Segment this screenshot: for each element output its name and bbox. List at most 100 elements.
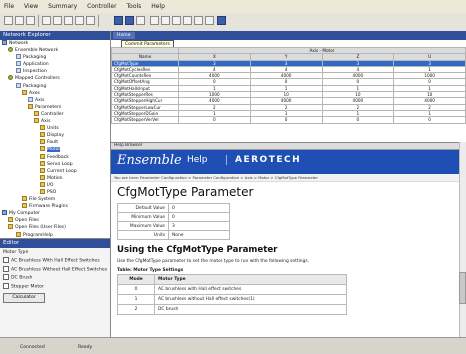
folder-icon <box>8 224 13 230</box>
calculator-button[interactable]: Calculator <box>3 293 45 303</box>
folder-icon <box>40 146 45 152</box>
menu-summary[interactable]: Summary <box>44 0 81 10</box>
tree-node[interactable]: My Computer <box>0 210 110 217</box>
folder-icon <box>16 231 21 237</box>
property-key: Default Value <box>117 203 169 213</box>
tree-node[interactable]: File System <box>0 196 110 203</box>
tree-node[interactable]: Packaging <box>0 54 110 61</box>
property-key: Minimum Value <box>117 212 169 222</box>
section-heading: Using the CfgMotType Parameter <box>117 245 278 255</box>
tree-node[interactable]: Display <box>0 132 110 139</box>
redo-icon[interactable] <box>86 16 95 25</box>
menu-controller[interactable]: Controller <box>83 0 121 10</box>
scrollbar-thumb[interactable] <box>459 272 466 304</box>
folder-icon <box>22 89 27 95</box>
tree-node[interactable]: Network <box>0 40 110 47</box>
motor-type-value: AC brushless with Hall effect switches <box>154 284 347 295</box>
param-value[interactable]: 0 <box>393 116 466 124</box>
folder-icon <box>22 203 27 209</box>
table-caption: Table: Motor Type Settings <box>117 268 184 273</box>
tree-node[interactable]: Controller <box>0 110 110 118</box>
download-icon[interactable] <box>114 16 123 25</box>
tree-node-selected[interactable]: Motor <box>0 146 110 153</box>
tree-node[interactable]: Units <box>0 125 110 132</box>
tree-node[interactable]: Open Files (User Files) <box>0 224 110 231</box>
motor-type-label: Motor Type <box>3 250 29 255</box>
tool-icon[interactable] <box>183 16 192 25</box>
status-ready: Ready <box>78 345 93 350</box>
tree-node[interactable]: PSO <box>0 188 110 196</box>
controller-icon <box>16 82 21 88</box>
paste-icon[interactable] <box>64 16 73 25</box>
open-icon[interactable] <box>15 16 24 25</box>
tool-icon[interactable] <box>194 16 203 25</box>
tool-icon[interactable] <box>161 16 170 25</box>
tree-node[interactable]: Current Loop <box>0 167 110 175</box>
tab-home[interactable]: Home <box>113 32 135 39</box>
tree-node[interactable]: Ensemble Network <box>0 47 110 54</box>
undo-icon[interactable] <box>75 16 84 25</box>
tree-node[interactable]: Open Files <box>0 217 110 224</box>
motor-type-option[interactable]: DC Brush <box>0 273 110 282</box>
tree-node[interactable]: Axis <box>0 118 110 125</box>
tree-node[interactable]: Inspection <box>0 68 110 75</box>
save-icon[interactable] <box>26 16 35 25</box>
tree-node[interactable]: Servo Loop <box>0 160 110 168</box>
tree-node[interactable]: Parameters <box>0 103 110 111</box>
tool-icon[interactable] <box>172 16 181 25</box>
menu-bar: File View Summary Controller Tools Help <box>0 0 466 13</box>
menu-view[interactable]: View <box>20 0 42 10</box>
mode-value: 1 <box>117 294 155 305</box>
motor-type-option[interactable]: AC Brushless Without Hall Effect Switche… <box>0 265 110 274</box>
tool-icon[interactable] <box>150 16 159 25</box>
help-icon[interactable] <box>217 16 226 25</box>
help-browser: Help Browser Ensemble Help AEROTECH You … <box>111 142 466 338</box>
help-scrollbar[interactable] <box>459 142 466 337</box>
column-header: Motor Type <box>154 274 347 285</box>
aerotech-logo: AEROTECH <box>226 155 301 165</box>
computer-icon <box>2 210 7 216</box>
parameter-table: Axis - Motor Name X Y Z U CfgMotType 3 3… <box>111 46 466 124</box>
motor-type-table: Mode Motor Type 0 AC brushless with Hall… <box>117 274 347 315</box>
tree-node[interactable]: Axis <box>0 96 110 104</box>
tool-icon[interactable] <box>205 16 214 25</box>
tree-node[interactable]: Motion <box>0 174 110 182</box>
tab-bar: Home <box>111 31 466 40</box>
tree-node[interactable]: Packaging <box>0 82 110 90</box>
editor-title: Editor <box>0 239 110 248</box>
mapped-controllers-icon <box>8 75 13 81</box>
param-value[interactable]: 0 <box>249 116 323 124</box>
cut-icon[interactable] <box>42 16 51 25</box>
panel-title: Network Explorer <box>0 31 110 40</box>
breadcrumb[interactable]: You are here: Parameter Configuration > … <box>111 174 466 182</box>
tree-node[interactable]: Firmware Plugins <box>0 203 110 210</box>
table-row[interactable]: CfgMotStepperVerVel 0 0 0 0 <box>111 116 466 124</box>
tree-node[interactable]: Fault <box>0 139 110 146</box>
controller-icon <box>16 68 21 74</box>
motor-type-option[interactable]: AC Brushless With Hall Effect Switches <box>0 256 110 265</box>
checkbox-icon <box>3 282 9 289</box>
folder-icon <box>40 181 45 187</box>
folder-icon <box>8 217 13 223</box>
param-value[interactable]: 0 <box>178 116 251 124</box>
menu-tools[interactable]: Tools <box>123 0 146 10</box>
commit-icon[interactable] <box>136 16 145 25</box>
upload-icon[interactable] <box>125 16 134 25</box>
tree-node[interactable]: Application <box>0 61 110 68</box>
motor-type-value: AC brushless without Hall effect switche… <box>154 294 347 305</box>
folder-icon <box>40 174 45 180</box>
menu-help[interactable]: Help <box>147 0 169 10</box>
motor-type-option[interactable]: Stepper Motor <box>0 282 110 291</box>
status-bar: Connected Ready <box>0 337 466 354</box>
table-row: 1 AC brushless without Hall effect switc… <box>117 294 347 305</box>
mode-value: 0 <box>117 284 155 295</box>
tree-node[interactable]: Feedback <box>0 153 110 161</box>
copy-icon[interactable] <box>53 16 62 25</box>
tree-node[interactable]: Mapped Controllers <box>0 75 110 82</box>
tree-node[interactable]: Axes <box>0 89 110 97</box>
new-icon[interactable] <box>4 16 13 25</box>
tree-node[interactable]: I/O <box>0 181 110 189</box>
param-value[interactable]: 0 <box>321 116 395 124</box>
menu-file[interactable]: File <box>0 0 18 10</box>
folder-icon <box>40 167 45 173</box>
